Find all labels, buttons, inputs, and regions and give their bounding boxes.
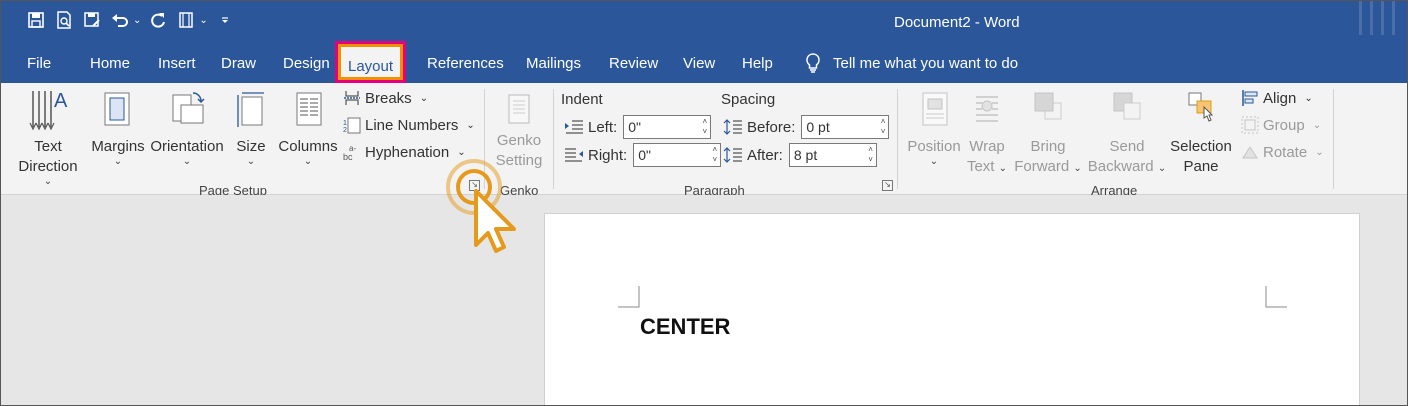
send-backward-button[interactable]: Send Backward ⌄: [1087, 87, 1167, 177]
corner-mark-left: [618, 286, 640, 308]
document-area: CENTER: [1, 195, 1407, 405]
tab-review[interactable]: Review: [609, 55, 658, 72]
title-bar-decoration: [1359, 1, 1395, 35]
tab-references[interactable]: References: [427, 55, 504, 72]
click-cursor-icon: [446, 159, 516, 253]
touch-mode-dropdown-icon[interactable]: ⌄: [199, 15, 207, 26]
spacing-after-icon: [723, 147, 742, 163]
svg-text:bc: bc: [343, 152, 353, 161]
wrap-text-button[interactable]: Wrap Text ⌄: [963, 87, 1011, 177]
orientation-button[interactable]: Orientation ⌄: [148, 87, 226, 167]
tell-me-label: Tell me what you want to do: [833, 54, 1019, 72]
orientation-icon: [172, 92, 205, 124]
lightbulb-icon: [806, 53, 820, 73]
group-button[interactable]: Group ⌄: [1241, 116, 1321, 134]
margins-icon: [104, 92, 130, 126]
line-numbers-button[interactable]: 12 Line Numbers ⌄: [343, 116, 475, 135]
svg-text:A: A: [54, 90, 68, 112]
document-title: Document2 - Word: [894, 14, 1020, 31]
bring-forward-icon: [1034, 92, 1062, 120]
undo-icon[interactable]: [109, 9, 131, 31]
position-icon: [922, 92, 948, 126]
position-button[interactable]: Position ⌄: [905, 87, 963, 167]
print-preview-icon[interactable]: [53, 9, 75, 31]
columns-button[interactable]: Columns ⌄: [276, 87, 340, 167]
align-icon: [1242, 90, 1258, 106]
tab-view[interactable]: View: [683, 55, 715, 72]
rotate-button[interactable]: Rotate ⌄: [1241, 143, 1324, 161]
tab-home[interactable]: Home: [90, 55, 130, 72]
group-separator: [1333, 89, 1334, 189]
rotate-icon: [1242, 146, 1258, 159]
text-direction-icon: A: [29, 90, 68, 131]
group-icon: [1241, 116, 1259, 134]
spacing-after-row: After: 8 pt ˄ ˅: [723, 143, 877, 167]
breaks-icon: [344, 91, 360, 105]
redo-icon[interactable]: [147, 9, 169, 31]
send-backward-icon: [1113, 92, 1141, 120]
spacing-before-row: Before: 0 pt ˄ ˅: [723, 115, 890, 139]
spacing-before-input[interactable]: 0 pt ˄ ˅: [801, 115, 890, 139]
size-button[interactable]: Size ⌄: [229, 87, 273, 167]
touch-mode-icon[interactable]: [175, 9, 197, 31]
tab-design[interactable]: Design: [283, 55, 330, 72]
indent-right-input[interactable]: 0" ˄ ˅: [633, 143, 722, 167]
svg-text:2: 2: [343, 127, 347, 134]
tab-file[interactable]: File: [27, 55, 51, 72]
indent-left-input[interactable]: 0" ˄ ˅: [623, 115, 712, 139]
save-icon[interactable]: [25, 9, 47, 31]
tab-insert[interactable]: Insert: [158, 55, 196, 72]
indent-label: Indent: [561, 91, 603, 108]
svg-text:1: 1: [343, 120, 347, 127]
corner-mark-right: [1265, 286, 1287, 308]
undo-dropdown-icon[interactable]: ⌄: [133, 15, 141, 26]
indent-right-row: Right: 0" ˄ ˅: [564, 143, 722, 167]
size-icon: [237, 92, 264, 127]
word-window: ⌄ ⌄ Document2 - Word File Home Insert Dr…: [0, 0, 1408, 406]
indent-left-icon: [565, 120, 583, 134]
ribbon-tabs: File Home Insert Draw Design Layout Refe…: [1, 41, 1407, 83]
align-button[interactable]: Align ⌄: [1241, 89, 1313, 107]
hyphenation-icon: a-bc: [343, 144, 356, 161]
columns-icon: [296, 92, 322, 126]
document-text[interactable]: CENTER: [640, 314, 730, 340]
document-page[interactable]: CENTER: [544, 213, 1360, 405]
ribbon-layout: A Text Direction ⌄ Margins ⌄ Orientation…: [1, 83, 1407, 198]
tab-draw[interactable]: Draw: [221, 55, 256, 72]
spacing-after-input[interactable]: 8 pt ˄ ˅: [788, 143, 877, 167]
save-as-icon[interactable]: [81, 9, 103, 31]
group-separator: [553, 89, 554, 189]
indent-right-icon: [565, 148, 583, 162]
line-numbers-icon: 12: [343, 117, 361, 134]
tab-help[interactable]: Help: [742, 55, 773, 72]
genko-icon: [508, 94, 530, 124]
tab-layout[interactable]: Layout: [335, 41, 407, 83]
paragraph-dialog-launcher-icon[interactable]: ↘: [882, 180, 893, 191]
indent-left-row: Left: 0" ˄ ˅: [564, 115, 712, 139]
tell-me-search[interactable]: Tell me what you want to do: [805, 53, 1018, 73]
selection-pane-icon: [1188, 92, 1214, 122]
margins-button[interactable]: Margins ⌄: [89, 87, 147, 167]
spacing-label: Spacing: [721, 91, 776, 108]
group-separator: [897, 89, 898, 189]
title-bar: ⌄ ⌄ Document2 - Word: [1, 1, 1407, 45]
breaks-button[interactable]: Breaks ⌄: [343, 89, 428, 107]
wrap-text-icon: [976, 96, 998, 122]
tab-mailings[interactable]: Mailings: [526, 55, 581, 72]
selection-pane-button[interactable]: Selection Pane: [1169, 87, 1233, 177]
spacing-before-icon: [723, 119, 742, 135]
customize-qat-icon[interactable]: [214, 9, 236, 31]
quick-access-toolbar: ⌄ ⌄: [25, 9, 236, 31]
text-direction-button[interactable]: A Text Direction ⌄: [9, 87, 87, 187]
bring-forward-button[interactable]: Bring Forward ⌄: [1013, 87, 1083, 177]
